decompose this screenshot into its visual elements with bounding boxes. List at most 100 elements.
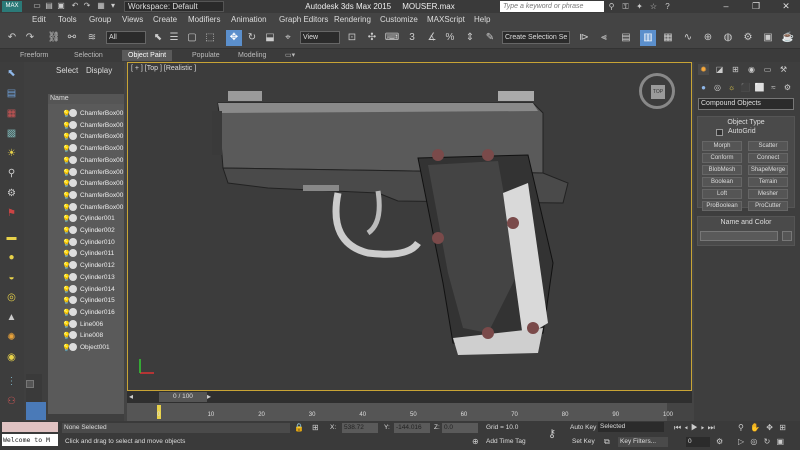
ribbon-tab-selection[interactable]: Selection — [74, 50, 103, 61]
space-warp-icon[interactable]: ⚑ — [4, 206, 19, 221]
scene-object-row[interactable]: 💡 Cylinder014 — [48, 284, 124, 295]
select-object-icon[interactable]: ⬉ — [150, 30, 166, 46]
scene-object-row[interactable]: 💡 ChamferBox00 — [48, 143, 124, 154]
scene-object-row[interactable]: 💡 Object001 — [48, 342, 124, 353]
conform-button[interactable]: Conform — [702, 153, 742, 163]
time-config-icon[interactable]: ⚙ — [716, 437, 723, 446]
name-column-header[interactable]: Name — [48, 94, 124, 104]
loft-button[interactable]: Loft — [702, 189, 742, 199]
menu-modifiers[interactable]: Modifiers — [188, 14, 220, 26]
motion-icon[interactable]: ⚇ — [4, 394, 19, 409]
scene-object-row[interactable]: 💡 ChamferBox00 — [48, 108, 124, 119]
cameras-icon[interactable]: ⬛ — [740, 82, 751, 93]
hierarchy-tab-icon[interactable]: ⊞ — [730, 64, 741, 75]
keyboard-shortcut-toggle-icon[interactable]: ⌨ — [384, 30, 400, 46]
display-icon[interactable]: ▩ — [4, 126, 19, 141]
percent-snap-icon[interactable]: % — [442, 30, 458, 46]
help-icon[interactable]: ? — [662, 1, 673, 12]
redo-icon[interactable]: ↷ — [82, 1, 92, 11]
layers-icon[interactable]: ▦ — [4, 106, 19, 121]
set-key-icon[interactable]: ⚷ — [548, 427, 556, 440]
auto-key-button[interactable]: Auto Key — [570, 423, 596, 433]
project-folder-icon[interactable]: ▦ — [96, 1, 106, 11]
menu-create[interactable]: Create — [153, 14, 177, 26]
align-icon[interactable]: ⫷ — [596, 30, 612, 46]
tube-icon[interactable]: ◉ — [4, 350, 19, 365]
scene-object-row[interactable]: 💡 Cylinder012 — [48, 260, 124, 271]
save-file-icon[interactable]: ▣ — [56, 1, 66, 11]
spacewarps-icon[interactable]: ≈ — [768, 82, 779, 93]
utilities-tab-icon[interactable]: ⚒ — [778, 64, 789, 75]
playback-controls[interactable]: ⏮◂▶▸⏭ — [674, 423, 718, 433]
menu-help[interactable]: Help — [474, 14, 490, 26]
menu-animation[interactable]: Animation — [231, 14, 267, 26]
viewport-top[interactable]: [ + ] [Top ] [Realistic ] TOP — [127, 62, 692, 391]
create-tab-icon[interactable]: ✹ — [698, 64, 709, 75]
render-production-icon[interactable]: ☕ — [780, 30, 796, 46]
light-icon[interactable]: ☀ — [4, 146, 19, 161]
explorer-toggle-button[interactable] — [26, 402, 46, 420]
reference-coord-dropdown[interactable]: View — [300, 31, 340, 44]
systems-icon[interactable]: ⚙ — [782, 82, 793, 93]
track-bar[interactable]: 0 10 20 30 40 50 60 70 80 90 100 — [127, 403, 673, 421]
camera-icon[interactable]: ⚲ — [4, 166, 19, 181]
undo-icon[interactable]: ↶ — [4, 30, 20, 46]
y-coordinate-field[interactable]: -144.016 — [394, 423, 430, 433]
scene-object-row[interactable]: 💡 Cylinder015 — [48, 295, 124, 306]
pivot-center-icon[interactable]: ⊡ — [344, 30, 360, 46]
auto-key-mode-dropdown[interactable]: Selected — [598, 422, 664, 432]
menu-rendering[interactable]: Rendering — [334, 14, 371, 26]
workspace-dropdown[interactable]: Workspace: Default — [124, 1, 224, 12]
render-setup-icon[interactable]: ⚙ — [740, 30, 756, 46]
x-coordinate-field[interactable]: 538.72 — [342, 423, 378, 433]
open-file-icon[interactable]: ▤ — [44, 1, 54, 11]
bind-space-warp-icon[interactable]: ≋ — [84, 30, 100, 46]
select-by-name-icon[interactable]: ☰ — [166, 30, 182, 46]
undo-icon[interactable]: ↶ — [70, 1, 80, 11]
ribbon-tab-object-paint[interactable]: Object Paint — [122, 50, 173, 61]
favorites-star-icon[interactable]: ☆ — [648, 1, 659, 12]
modify-tab-icon[interactable]: ◪ — [714, 64, 725, 75]
pistol-model[interactable] — [198, 83, 598, 363]
layer-manager-icon[interactable]: ▤ — [618, 30, 634, 46]
scene-object-row[interactable]: 💡 Cylinder001 — [48, 213, 124, 224]
minimize-button[interactable]: – — [714, 0, 738, 13]
viewport-nav-controls-top[interactable]: ⚲ ✋ ✥ ⊞ — [738, 423, 788, 432]
name-and-color-title[interactable]: Name and Color — [698, 217, 794, 228]
scene-object-row[interactable]: 💡 ChamferBox00 — [48, 167, 124, 178]
time-slider[interactable]: 0 / 100 — [159, 392, 207, 402]
ribbon-tab-freeform[interactable]: Freeform — [20, 50, 48, 61]
cone-icon[interactable]: ▲ — [4, 310, 19, 325]
menu-graph-editors[interactable]: Graph Editors — [279, 14, 328, 26]
prev-frame-icon[interactable]: ◂ — [129, 392, 141, 402]
viewport-label[interactable]: [ + ] [Top ] [Realistic ] — [131, 65, 196, 72]
procutter-button[interactable]: ProCutter — [748, 201, 788, 211]
explorer-scroll-arrow[interactable] — [26, 380, 34, 388]
move-icon[interactable]: ✥ — [226, 30, 242, 46]
angle-snap-icon[interactable]: ∡ — [424, 30, 440, 46]
quick-access-dropdown-icon[interactable]: ▾ — [108, 1, 118, 11]
box-icon[interactable]: ▬ — [4, 230, 19, 245]
unlink-icon[interactable]: ⚯ — [64, 30, 80, 46]
scene-object-row[interactable]: 💡 Line008 — [48, 330, 124, 341]
scene-object-row[interactable]: 💡 Cylinder013 — [48, 272, 124, 283]
maxscript-welcome[interactable]: Welcome to M — [2, 434, 58, 446]
absolute-mode-icon[interactable]: ⊞ — [312, 423, 319, 432]
time-tag-icon[interactable]: ⊕ — [472, 437, 479, 446]
tab-display[interactable]: Display — [86, 66, 112, 75]
ribbon-tab-modeling[interactable]: Modeling — [238, 50, 266, 61]
category-dropdown[interactable]: Compound Objects — [698, 98, 794, 110]
place-icon[interactable]: ⌖ — [280, 30, 296, 46]
next-frame-icon[interactable]: ▸ — [207, 392, 219, 402]
connect-button[interactable]: Connect — [748, 153, 788, 163]
helper-icon[interactable]: ⚙ — [4, 186, 19, 201]
maxscript-listener-mini[interactable] — [2, 422, 58, 432]
material-editor-icon[interactable]: ◍ — [720, 30, 736, 46]
rotate-icon[interactable]: ↻ — [244, 30, 260, 46]
search-icon[interactable]: ⚲ — [606, 1, 617, 12]
menu-customize[interactable]: Customize — [380, 14, 418, 26]
ribbon-options-icon[interactable]: ▭▾ — [285, 50, 295, 61]
menu-group[interactable]: Group — [89, 14, 111, 26]
object-color-swatch[interactable] — [782, 231, 792, 241]
scene-object-row[interactable]: 💡 ChamferBox00 — [48, 155, 124, 166]
